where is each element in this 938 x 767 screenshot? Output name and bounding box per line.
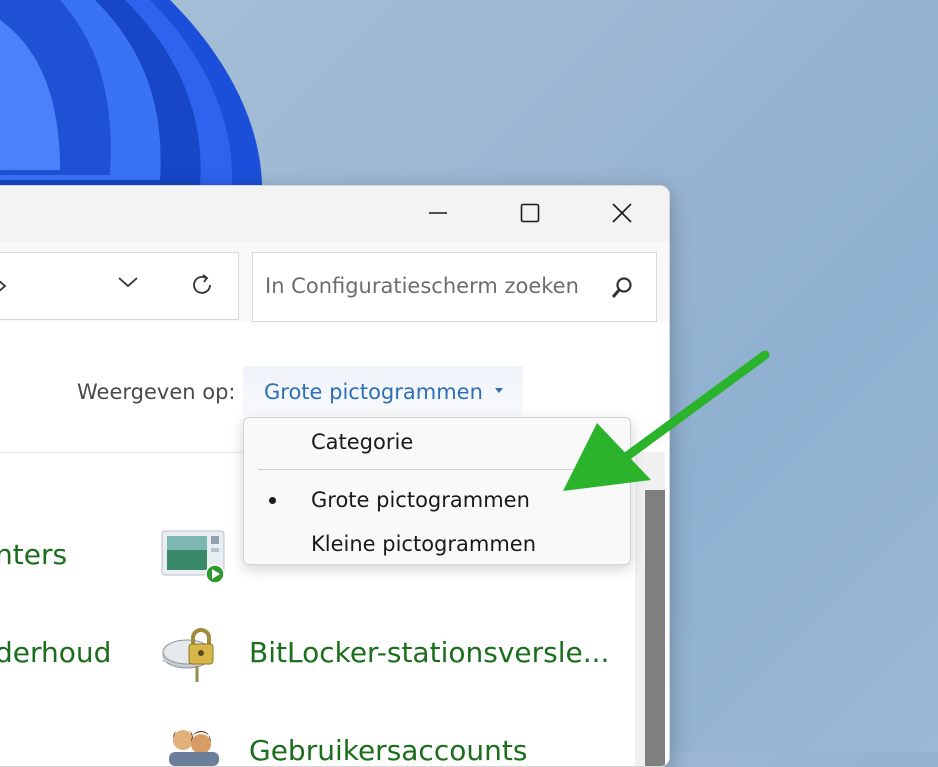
view-by-value: Grote pictogrammen (264, 380, 483, 404)
view-by-label: Weergeven op: (77, 380, 236, 404)
caret-down-icon (495, 388, 503, 393)
refresh-icon[interactable] (189, 272, 215, 298)
search-input[interactable]: In Configuratiescherm zoeken (265, 274, 579, 298)
user-accounts-item-label[interactable]: Gebruikersaccounts (249, 734, 527, 766)
bitlocker-icon[interactable] (161, 622, 225, 686)
bitlocker-item-label[interactable]: BitLocker-stationsversle... (249, 636, 609, 669)
menu-item-label: Kleine pictogrammen (311, 532, 537, 556)
address-bar[interactable] (0, 252, 239, 320)
control-panel-item-label[interactable]: nters (0, 538, 67, 571)
maximize-icon (520, 203, 540, 223)
menu-item-label: Grote pictogrammen (311, 488, 530, 512)
menu-item-kleine-pictogrammen[interactable]: Kleine pictogrammen (244, 525, 630, 565)
title-bar[interactable] (0, 186, 669, 242)
chevron-right-icon (0, 280, 7, 292)
users-icon[interactable] (163, 724, 223, 766)
minimize-button[interactable] (413, 194, 463, 232)
search-icon[interactable] (609, 275, 635, 301)
minimize-icon (429, 212, 447, 214)
address-row: In Configuratiescherm zoeken (0, 242, 669, 322)
chevron-down-icon[interactable] (117, 275, 139, 289)
search-box[interactable]: In Configuratiescherm zoeken (252, 252, 657, 322)
menu-item-label: Categorie (311, 430, 414, 454)
maximize-button[interactable] (505, 194, 555, 232)
green-arrow-annotation (563, 350, 770, 491)
view-by-dropdown[interactable]: Grote pictogrammen (243, 366, 523, 416)
control-panel-item-label[interactable]: derhoud (0, 636, 111, 669)
selected-bullet-icon (269, 497, 276, 504)
close-button[interactable] (597, 194, 647, 232)
close-icon (612, 203, 632, 223)
scrollbar-thumb[interactable] (645, 490, 665, 766)
monitor-play-icon[interactable] (161, 528, 227, 584)
